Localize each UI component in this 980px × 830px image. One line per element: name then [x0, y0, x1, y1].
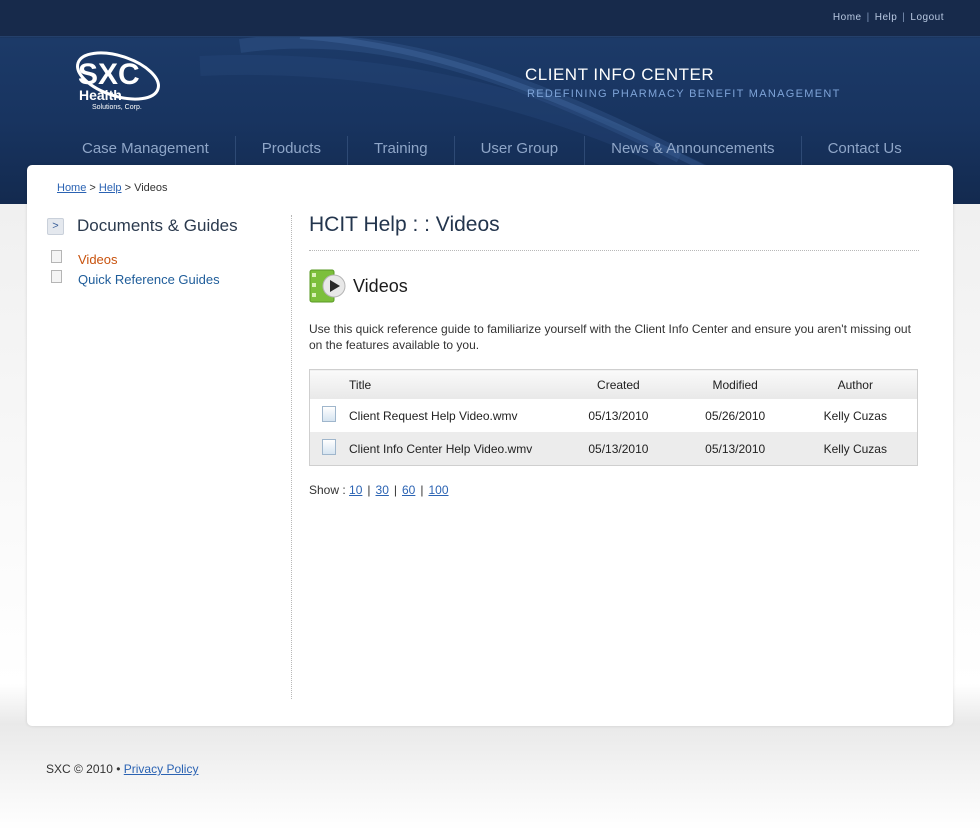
nav-products[interactable]: Products	[236, 136, 348, 166]
row-modified: 05/26/2010	[705, 408, 766, 423]
footer-copyright: SXC © 2010 •	[46, 762, 121, 776]
breadcrumb-help[interactable]: Help	[99, 182, 122, 194]
page-size-separator: |	[367, 483, 371, 497]
file-icon	[322, 406, 336, 422]
sidebar-title: Documents & Guides	[77, 216, 238, 235]
section-header: Videos	[309, 269, 919, 303]
top-bar: Home | Help | Logout	[0, 0, 980, 37]
svg-text:Solutions, Corp.: Solutions, Corp.	[92, 104, 142, 111]
row-author: Kelly Cuzas	[823, 408, 887, 423]
column-header-title[interactable]: Title	[348, 369, 560, 399]
nav-news-announcements[interactable]: News & Announcements	[585, 136, 802, 166]
top-links-separator: |	[866, 12, 870, 23]
column-header-author[interactable]: Author	[793, 369, 918, 399]
breadcrumb-home[interactable]: Home	[57, 182, 86, 194]
page-title: HCIT Help : : Videos	[309, 213, 500, 236]
sxc-logo[interactable]: SXC Health Solutions, Corp.	[74, 44, 170, 114]
document-icon	[51, 249, 62, 263]
page-size-60[interactable]: 60	[402, 483, 415, 497]
sidebar-item-videos[interactable]: Videos	[51, 249, 220, 269]
row-author: Kelly Cuzas	[793, 432, 918, 466]
main-nav: Case Management Products Training User G…	[56, 136, 928, 166]
top-link-help[interactable]: Help	[875, 12, 898, 23]
page-size-100[interactable]: 100	[428, 483, 448, 497]
sidebar-list: Videos Quick Reference Guides	[51, 249, 220, 289]
file-icon	[322, 439, 336, 455]
table-icon-column	[309, 369, 348, 399]
nav-contact-us[interactable]: Contact Us	[802, 136, 928, 166]
table-row: Client Request Help Video.wmv 05/13/2010…	[310, 399, 918, 432]
document-icon	[51, 269, 62, 283]
breadcrumb-separator: >	[124, 182, 132, 194]
main-content: HCIT Help : : Videos Videos Use this qui…	[309, 213, 919, 497]
top-link-home[interactable]: Home	[833, 12, 862, 23]
column-header-created[interactable]: Created	[560, 369, 677, 399]
page-size-separator: |	[420, 483, 424, 497]
show-label: Show :	[309, 483, 346, 497]
table-header-row: Title Created Modified Author	[309, 369, 918, 399]
column-divider	[291, 215, 292, 699]
column-header-modified[interactable]: Modified	[676, 369, 794, 399]
breadcrumb-current: Videos	[134, 182, 168, 194]
top-links: Home | Help | Logout	[833, 12, 944, 23]
row-title-link[interactable]: Client Request Help Video.wmv	[348, 399, 560, 432]
nav-case-management[interactable]: Case Management	[56, 136, 236, 166]
sidebar-item-label: Videos	[78, 251, 118, 267]
breadcrumb-separator: >	[89, 182, 96, 194]
sidebar-arrow-icon: >	[47, 217, 64, 235]
svg-text:Health: Health	[79, 87, 122, 103]
breadcrumb: Home > Help > Videos	[57, 182, 168, 194]
file-icon-cell	[309, 432, 348, 466]
row-title-link[interactable]: Client Info Center Help Video.wmv	[348, 432, 560, 466]
privacy-policy-link[interactable]: Privacy Policy	[124, 762, 199, 776]
row-created: 05/13/2010	[588, 408, 649, 423]
nav-training[interactable]: Training	[348, 136, 455, 166]
sidebar-heading: > Documents & Guides	[47, 216, 238, 236]
content-card: Home > Help > Videos > Documents & Guide…	[27, 165, 953, 726]
page-size-30[interactable]: 30	[376, 483, 389, 497]
page-size-selector: Show : 10 | 30 | 60 | 100	[309, 483, 919, 497]
brand-title: CLIENT INFO CENTER	[525, 65, 715, 84]
sidebar-item-label: Quick Reference Guides	[78, 271, 220, 287]
sidebar-item-quick-reference-guides[interactable]: Quick Reference Guides	[51, 269, 220, 289]
description-text: Use this quick reference guide to famili…	[309, 322, 911, 352]
top-links-separator: |	[902, 12, 906, 23]
row-created: 05/13/2010	[560, 432, 677, 466]
footer: SXC © 2010 • Privacy Policy	[46, 762, 198, 776]
table-row: Client Info Center Help Video.wmv 05/13/…	[309, 432, 918, 466]
section-title: Videos	[353, 275, 408, 296]
title-divider	[309, 250, 919, 251]
file-icon-cell	[310, 399, 349, 432]
top-link-logout[interactable]: Logout	[910, 12, 944, 23]
page-size-10[interactable]: 10	[349, 483, 362, 497]
video-play-icon	[309, 269, 346, 303]
row-modified: 05/13/2010	[676, 432, 794, 466]
nav-user-group[interactable]: User Group	[455, 136, 586, 166]
brand-subtitle: REDEFINING PHARMACY BENEFIT MANAGEMENT	[527, 88, 841, 100]
page-size-separator: |	[393, 483, 397, 497]
videos-table: Title Created Modified Author Client Req…	[309, 369, 918, 466]
